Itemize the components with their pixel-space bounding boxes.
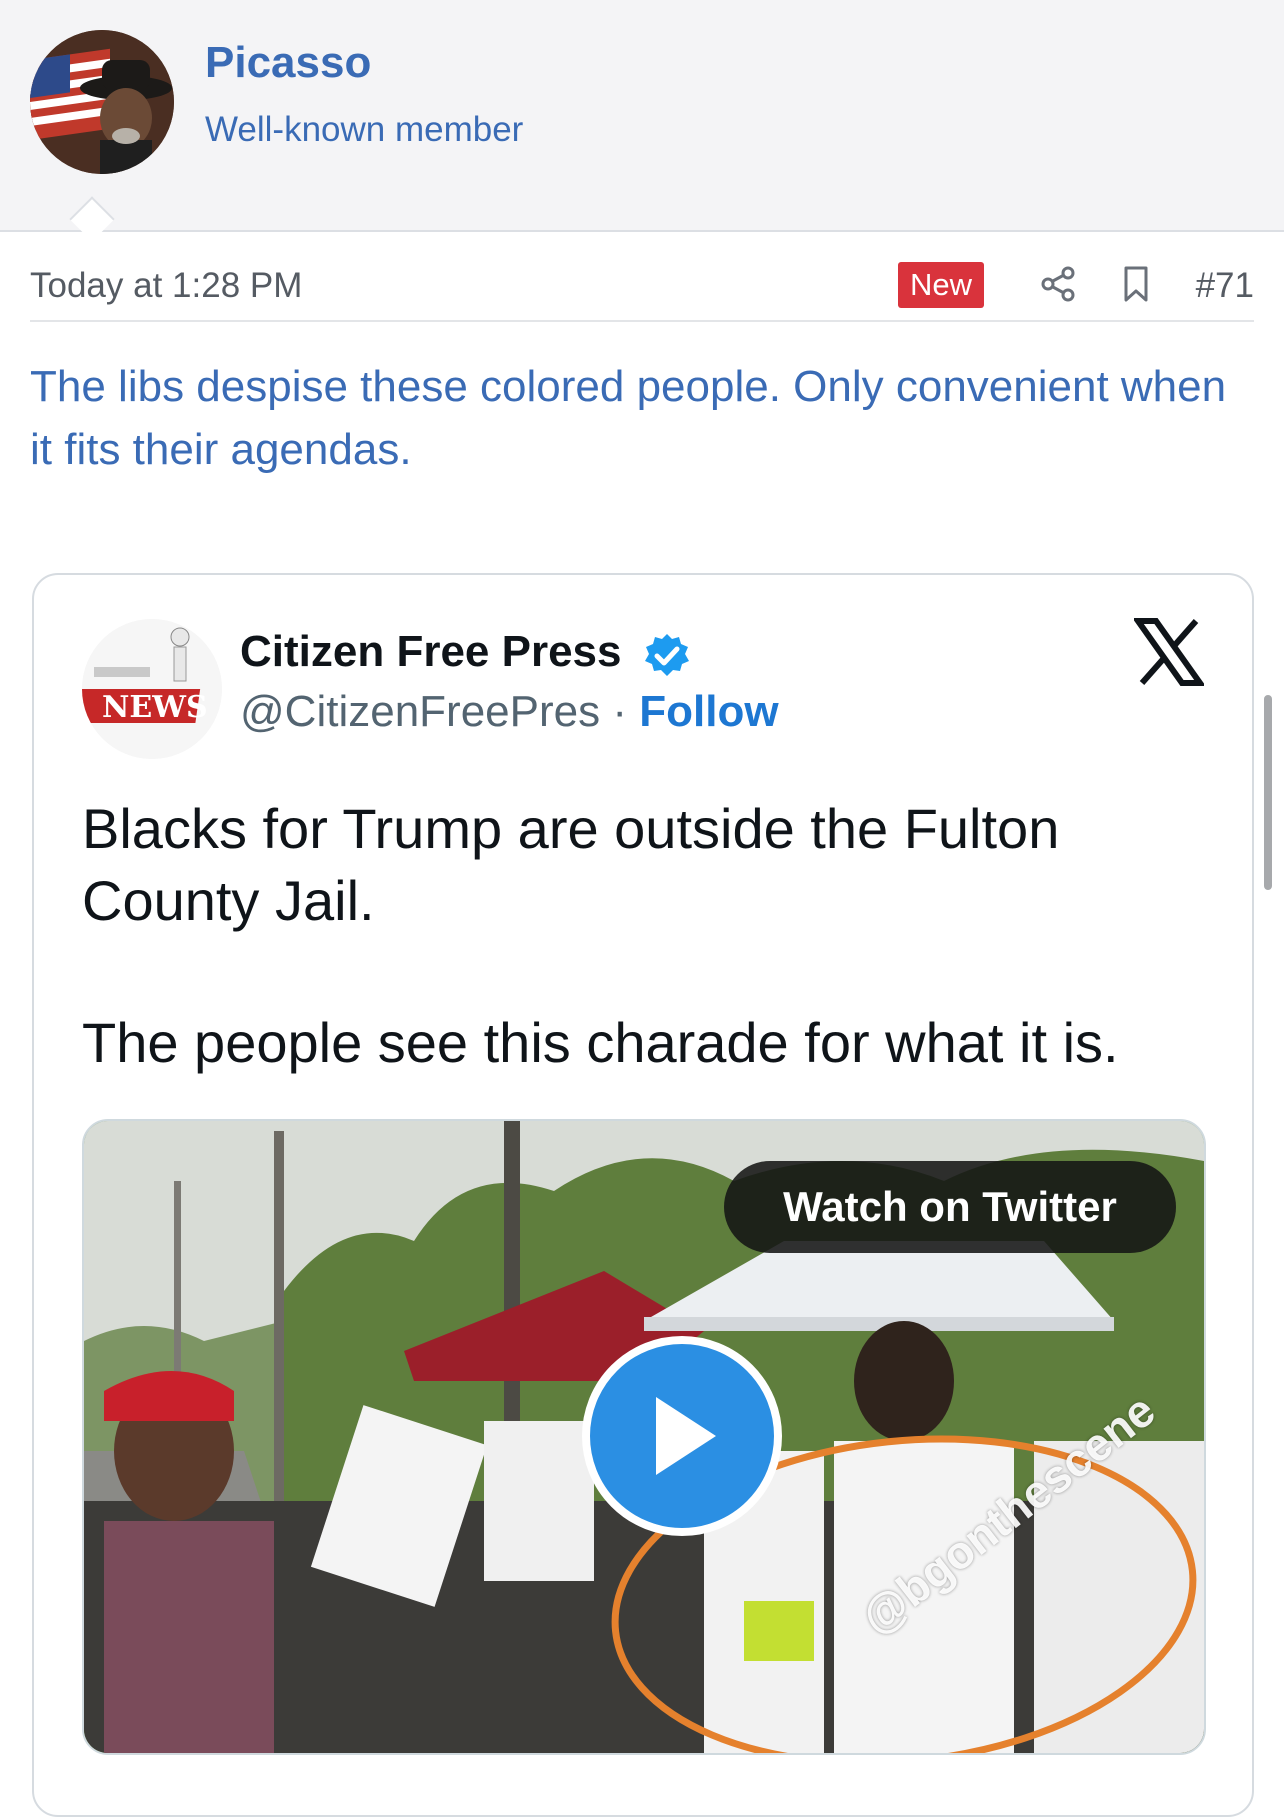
bookmark-icon[interactable] <box>1116 264 1156 304</box>
verified-badge-icon <box>645 634 689 676</box>
user-title: Well-known member <box>205 110 524 149</box>
post-meta: Today at 1:28 PM New #71 <box>30 258 1254 322</box>
post-timestamp[interactable]: Today at 1:28 PM <box>30 266 302 306</box>
page-scrollbar[interactable] <box>1264 695 1272 890</box>
play-button[interactable] <box>582 1336 782 1536</box>
avatar-image <box>30 30 174 174</box>
tweet-video[interactable]: Watch on Twitter @bgonthescene <box>82 1119 1206 1755</box>
tweet-author-handle-line: @CitizenFreePres · Follow <box>240 687 779 737</box>
post-message: The libs despise these colored people. O… <box>30 362 1227 474</box>
username[interactable]: Picasso <box>205 38 371 88</box>
tweet-author-name[interactable]: Citizen Free Press <box>240 627 622 677</box>
tweet-paragraph: The people see this charade for what it … <box>82 1011 1119 1074</box>
post-number[interactable]: #71 <box>1196 266 1254 306</box>
share-icon[interactable] <box>1038 264 1078 304</box>
handle-separator: · <box>612 687 627 736</box>
svg-text:NEWS: NEWS <box>102 690 208 725</box>
x-logo-icon[interactable] <box>1134 617 1204 687</box>
tweet-paragraph: Blacks for Trump are outside the Fulton … <box>82 797 1060 932</box>
post-header: Picasso Well-known member <box>0 0 1284 232</box>
avatar[interactable] <box>30 30 174 174</box>
follow-link[interactable]: Follow <box>639 687 778 736</box>
news-logo-icon: NEWS <box>82 619 222 759</box>
tweet-text: Blacks for Trump are outside the Fulton … <box>82 793 1202 1079</box>
tweet-embed[interactable]: NEWS Citizen Free Press @CitizenFreePres… <box>32 573 1254 1817</box>
tweet-author-handle[interactable]: @CitizenFreePres <box>240 687 600 736</box>
play-icon <box>656 1397 716 1475</box>
tweet-author-avatar[interactable]: NEWS <box>82 619 222 759</box>
new-badge: New <box>898 262 985 308</box>
watch-on-twitter-button[interactable]: Watch on Twitter <box>724 1161 1176 1253</box>
